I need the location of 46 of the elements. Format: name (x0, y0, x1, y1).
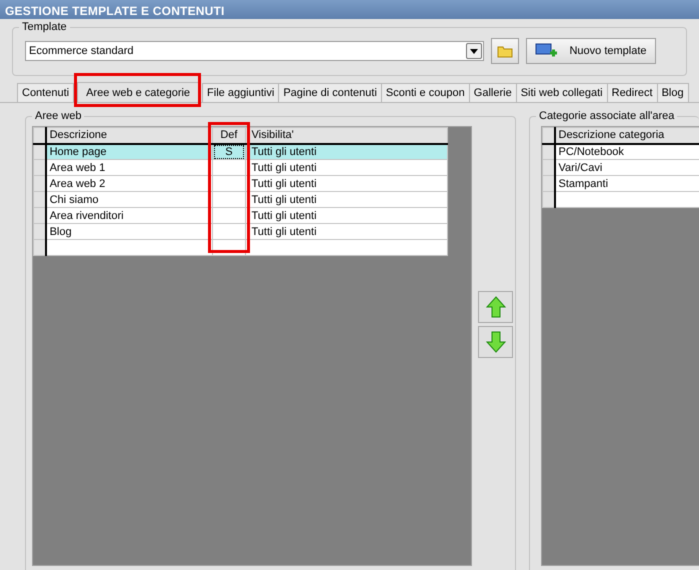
table-cell: Area web 2 (46, 176, 213, 192)
tab[interactable]: Contenuti (17, 83, 74, 102)
add-monitor-icon (535, 43, 558, 59)
table-row[interactable]: Area rivenditori Tutti gli utenti (34, 208, 448, 224)
table-cell (212, 160, 245, 176)
table-row[interactable]: Chi siamo Tutti gli utenti (34, 192, 448, 208)
tab[interactable]: File aggiuntivi (202, 83, 280, 102)
move-down-button[interactable] (478, 326, 513, 358)
table-cell (212, 176, 245, 192)
table-cell: Tutti gli utenti (245, 160, 448, 176)
dropdown-arrow-icon (470, 48, 478, 54)
column-header: Descrizione (46, 128, 213, 144)
template-dropdown[interactable]: Ecommerce standard (25, 41, 484, 61)
table-cell: Tutti gli utenti (245, 176, 448, 192)
table-cell (212, 192, 245, 208)
move-up-button[interactable] (478, 291, 513, 323)
tab[interactable]: Pagine di contenuti (278, 83, 382, 102)
table-row[interactable]: Area web 2 Tutti gli utenti (34, 176, 448, 192)
table-row[interactable]: Blog Tutti gli utenti (34, 224, 448, 240)
table-row[interactable]: Home page S Tutti gli utenti (34, 144, 448, 160)
table-cell (212, 208, 245, 224)
up-arrow-icon (486, 296, 506, 318)
group-label: Categorie associate all'area (536, 109, 678, 123)
table-cell: Tutti gli utenti (245, 208, 448, 224)
folder-icon (497, 44, 513, 58)
window-title: GESTIONE TEMPLATE E CONTENUTI (0, 0, 699, 19)
table-cell: Tutti gli utenti (245, 192, 448, 208)
column-header: Visibilita' (245, 128, 448, 144)
open-folder-button[interactable] (491, 38, 519, 64)
tab[interactable]: Siti web collegati (516, 83, 608, 102)
table-cell: Area rivenditori (46, 208, 213, 224)
table-cell: Chi siamo (46, 192, 213, 208)
new-template-button[interactable]: Nuovo template (526, 38, 656, 64)
table-cell: Area web 1 (46, 160, 213, 176)
table-row[interactable]: Area web 1 Tutti gli utenti (34, 160, 448, 176)
tab[interactable]: Gallerie (468, 83, 517, 102)
tab[interactable]: Sconti e coupon (380, 83, 470, 102)
table-cell: Blog (46, 224, 213, 240)
column-header: Def (212, 128, 245, 144)
column-header: Descrizione categoria (554, 128, 699, 144)
table-cell: Tutti gli utenti (245, 224, 448, 240)
tab[interactable]: Blog (656, 83, 689, 102)
tab[interactable]: Redirect (606, 83, 658, 102)
tab[interactable]: Aree web e categorie (77, 82, 200, 102)
group-label: Template (19, 20, 70, 34)
down-arrow-icon (486, 331, 506, 353)
